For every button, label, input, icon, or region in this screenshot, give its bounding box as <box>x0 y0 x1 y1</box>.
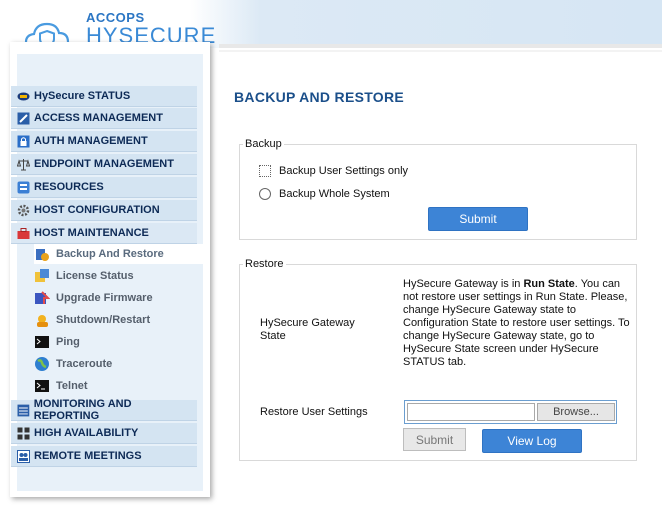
sidebar-subitem-label: Traceroute <box>56 358 113 370</box>
access-icon <box>17 112 30 124</box>
backup-whole-system-option[interactable]: Backup Whole System <box>259 188 390 200</box>
sidebar-item-label: RESOURCES <box>34 181 104 193</box>
resources-icon <box>17 181 30 193</box>
restore-submit-button[interactable]: Submit <box>403 428 466 451</box>
shutdown-icon <box>37 315 48 327</box>
sidebar-item-host-configuration[interactable]: HOST CONFIGURATION <box>11 200 197 221</box>
gateway-state-label: HySecure Gateway State <box>260 317 355 342</box>
gateway-state-info-text-rest: . You can not restore user settings in R… <box>403 278 630 368</box>
sidebar-subitem-upgrade-firmware[interactable]: Upgrade Firmware <box>34 288 204 308</box>
backup-icon <box>36 249 49 261</box>
backup-whole-system-label: Backup Whole System <box>279 188 390 200</box>
grid-icon <box>17 427 30 439</box>
sidebar-item-endpoint-management[interactable]: ENDPOINT MANAGEMENT <box>11 154 197 175</box>
sidebar-subitem-license-status[interactable]: License Status <box>34 266 204 286</box>
browse-button[interactable]: Browse... <box>537 403 615 421</box>
page-title: BACKUP AND RESTORE <box>234 89 405 105</box>
sidebar-item-access-management[interactable]: ACCESS MANAGEMENT <box>11 108 197 129</box>
gateway-state-run-state: Run State <box>523 278 575 290</box>
backup-submit-button[interactable]: Submit <box>428 207 528 231</box>
sidebar-item-monitoring-and-reporting[interactable]: MONITORING AND REPORTING <box>11 398 197 422</box>
restore-file-input[interactable]: Browse... <box>404 400 617 424</box>
sidebar-subitem-label: Telnet <box>56 380 88 392</box>
sidebar-item-label: MONITORING AND REPORTING <box>33 398 132 422</box>
sidebar-item-label: HySecure STATUS <box>34 90 131 102</box>
meetings-icon <box>17 449 30 463</box>
sidebar-item-label: ENDPOINT MANAGEMENT <box>34 158 174 170</box>
sidebar-item-auth-management[interactable]: AUTH MANAGEMENT <box>11 131 197 152</box>
license-icon <box>35 269 49 282</box>
sidebar-subitem-label: Ping <box>56 336 80 348</box>
sidebar-item-label: HOST CONFIGURATION <box>34 204 160 216</box>
sidebar-subitem-telnet[interactable]: Telnet <box>34 376 204 396</box>
status-icon <box>17 92 30 100</box>
toolbox-icon <box>17 227 30 239</box>
sidebar-item-label: HOST MAINTENANCE <box>34 227 149 239</box>
restore-legend: Restore <box>243 258 286 270</box>
content-top-divider-shadow <box>219 50 662 52</box>
sidebar-subitem-label: License Status <box>56 270 134 282</box>
gateway-state-info-text: HySecure Gateway is in <box>403 278 524 290</box>
sidebar-subitem-label: Shutdown/Restart <box>56 314 151 326</box>
lock-icon <box>17 135 30 147</box>
sidebar-item-resources[interactable]: RESOURCES <box>11 177 197 198</box>
restore-user-settings-label: Restore User Settings <box>260 406 368 418</box>
gateway-state-info: HySecure Gateway is in Run State. You ca… <box>403 278 631 369</box>
upgrade-icon <box>35 291 50 304</box>
sidebar-item-label: HIGH AVAILABILITY <box>34 427 139 439</box>
scales-icon <box>17 158 30 170</box>
sidebar-subitem-ping[interactable]: Ping <box>34 332 204 352</box>
gear-icon <box>17 204 30 216</box>
backup-whole-system-radio[interactable] <box>259 188 271 200</box>
terminal-icon <box>35 336 49 348</box>
sidebar-item-remote-meetings[interactable]: REMOTE MEETINGS <box>11 446 197 467</box>
sidebar-item-host-maintenance[interactable]: HOST MAINTENANCE <box>11 223 197 244</box>
sidebar-item-high-availability[interactable]: HIGH AVAILABILITY <box>11 423 197 444</box>
terminal-icon <box>35 380 49 392</box>
sidebar-item-label: ACCESS MANAGEMENT <box>34 112 163 124</box>
sidebar-subitem-label: Backup And Restore <box>56 248 164 260</box>
sidebar-subitem-traceroute[interactable]: Traceroute <box>34 354 204 374</box>
backup-user-settings-option[interactable]: Backup User Settings only <box>259 165 408 177</box>
backup-user-settings-checkbox[interactable] <box>259 165 271 177</box>
globe-icon <box>35 357 49 371</box>
content-top-divider <box>219 44 662 48</box>
backup-user-settings-label: Backup User Settings only <box>279 165 409 177</box>
view-log-button[interactable]: View Log <box>482 429 582 453</box>
sidebar-item-label: REMOTE MEETINGS <box>34 450 142 462</box>
sidebar-item-label: AUTH MANAGEMENT <box>34 135 148 147</box>
sidebar-subitem-backup-and-restore[interactable]: Backup And Restore <box>34 244 204 264</box>
monitor-icon <box>17 404 30 416</box>
backup-legend: Backup <box>243 138 284 150</box>
restore-file-path-field[interactable] <box>407 403 535 421</box>
sidebar-subitem-shutdown-restart[interactable]: Shutdown/Restart <box>34 310 204 330</box>
sidebar-subitem-label: Upgrade Firmware <box>56 292 153 304</box>
sidebar-item-hysecure-status[interactable]: HySecure STATUS <box>11 86 197 107</box>
